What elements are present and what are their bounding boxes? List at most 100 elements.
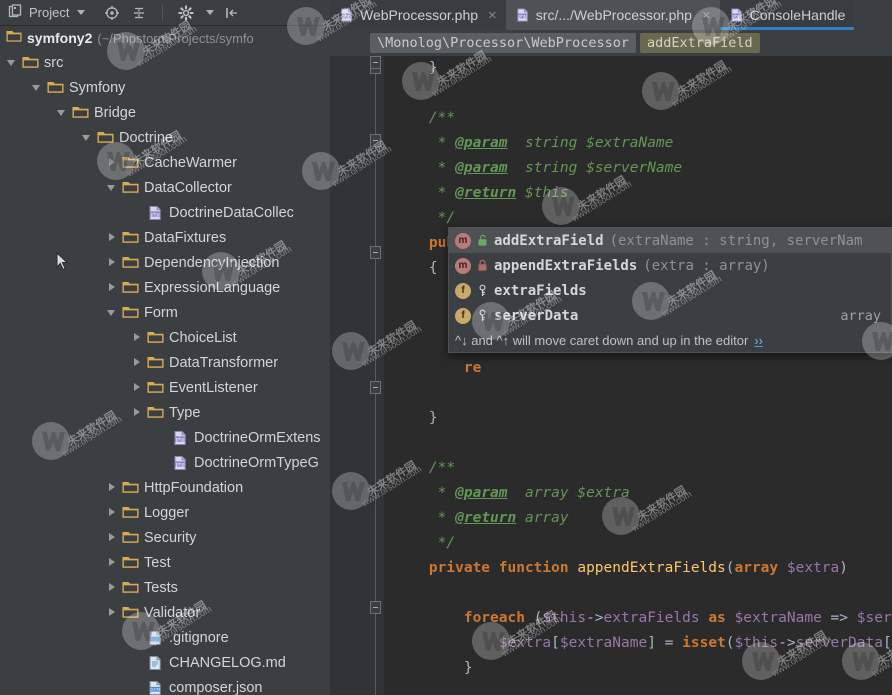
chevron-down-icon[interactable] bbox=[106, 181, 119, 194]
autocomplete-hint-link[interactable]: ›› bbox=[754, 333, 763, 348]
close-icon[interactable]: × bbox=[488, 7, 497, 24]
project-tool-window-button[interactable]: Project bbox=[0, 3, 86, 22]
autocomplete-item-0[interactable]: m addExtraField (extraName : string, serve… bbox=[449, 228, 891, 253]
tree-item-symfony[interactable]: Symfony bbox=[0, 75, 330, 100]
chevron-right-icon[interactable] bbox=[106, 531, 119, 544]
chevron-right-icon[interactable] bbox=[131, 381, 144, 394]
fold-marker[interactable] bbox=[370, 134, 381, 147]
breadcrumb-member[interactable]: addExtraField bbox=[639, 33, 760, 53]
code-line[interactable]: * @return array bbox=[384, 506, 892, 531]
fold-marker[interactable] bbox=[370, 381, 381, 394]
tree-item-doctrinedatacollec[interactable]: php DoctrineDataCollec bbox=[0, 200, 330, 225]
folder-icon bbox=[122, 480, 139, 496]
code-line[interactable]: */ bbox=[384, 531, 892, 556]
chevron-right-icon[interactable] bbox=[106, 581, 119, 594]
fold-marker[interactable] bbox=[370, 246, 381, 259]
code-line[interactable]: * @param string $extraName bbox=[384, 131, 892, 156]
code-line[interactable]: private function appendExtraFields(array… bbox=[384, 556, 892, 581]
tree-item-datatransformer[interactable]: DataTransformer bbox=[0, 350, 330, 375]
fold-marker[interactable] bbox=[370, 56, 381, 69]
tree-item-security[interactable]: Security bbox=[0, 525, 330, 550]
tree-item-src[interactable]: src bbox=[0, 50, 330, 75]
editor-tab-2[interactable]: php ConsoleHandle bbox=[719, 0, 855, 30]
chevron-right-icon[interactable] bbox=[106, 481, 119, 494]
chevron-down-icon[interactable] bbox=[56, 106, 69, 119]
tree-item-doctrineormtypeg[interactable]: php DoctrineOrmTypeG bbox=[0, 450, 330, 475]
tree-item-cachewarmer[interactable]: CacheWarmer bbox=[0, 150, 330, 175]
tree-item-eventlistener[interactable]: EventListener bbox=[0, 375, 330, 400]
chevron-right-icon[interactable] bbox=[106, 156, 119, 169]
tree-item--gitignore[interactable]: .gitignore bbox=[0, 625, 330, 650]
tree-item-logger[interactable]: Logger bbox=[0, 500, 330, 525]
tree-item-dependencyinjection[interactable]: DependencyInjection bbox=[0, 250, 330, 275]
code-line[interactable]: foreach ($this->extraFields as $extraNam… bbox=[384, 606, 892, 631]
tree-item-expressionlanguage[interactable]: ExpressionLanguage bbox=[0, 275, 330, 300]
code-line[interactable]: /** bbox=[384, 106, 892, 131]
chevron-right-icon[interactable] bbox=[106, 231, 119, 244]
chevron-down-icon[interactable] bbox=[106, 306, 119, 319]
tree-item-doctrineormextens[interactable]: php DoctrineOrmExtens bbox=[0, 425, 330, 450]
editor-tab-bar[interactable]: php WebProcessor.php × php src/.../WebProces… bbox=[330, 0, 892, 30]
editor-tab-1[interactable]: php src/.../WebProcessor.php × bbox=[505, 0, 720, 30]
tree-item-changelog-md[interactable]: CHANGELOG.md bbox=[0, 650, 330, 675]
collapse-all-icon[interactable] bbox=[130, 4, 148, 22]
tree-item-bridge[interactable]: Bridge bbox=[0, 100, 330, 125]
tree-item-label: DependencyInjection bbox=[144, 254, 280, 271]
code-line[interactable] bbox=[384, 581, 892, 606]
editor-gutter[interactable] bbox=[330, 56, 384, 695]
tree-item-doctrine[interactable]: Doctrine bbox=[0, 125, 330, 150]
settings-gear-icon[interactable] bbox=[177, 4, 195, 22]
autocomplete-item-3[interactable]: f serverData array bbox=[449, 303, 891, 328]
breadcrumb-namespace[interactable]: \Monolog\Processor\WebProcessor bbox=[370, 33, 636, 53]
autocomplete-item-2[interactable]: f extraFields bbox=[449, 278, 891, 303]
hide-panel-icon[interactable] bbox=[223, 4, 241, 22]
code-line[interactable]: * @param array $extra bbox=[384, 481, 892, 506]
code-editor-content[interactable]: } /** * @param string $extraName * @para… bbox=[384, 56, 892, 695]
tree-item-composer-json[interactable]: JSON composer.json bbox=[0, 675, 330, 695]
chevron-right-icon[interactable] bbox=[106, 606, 119, 619]
autocomplete-popup[interactable]: m addExtraField (extraName : string, serve… bbox=[448, 227, 892, 353]
chevron-down-icon[interactable] bbox=[31, 81, 44, 94]
tree-item-datacollector[interactable]: DataCollector bbox=[0, 175, 330, 200]
code-line[interactable]: } bbox=[384, 56, 892, 81]
chevron-right-icon[interactable] bbox=[131, 331, 144, 344]
code-line[interactable] bbox=[384, 381, 892, 406]
chevron-down-icon[interactable] bbox=[81, 131, 94, 144]
chevron-right-icon[interactable] bbox=[106, 256, 119, 269]
fold-marker[interactable] bbox=[370, 601, 381, 614]
code-line[interactable] bbox=[384, 681, 892, 695]
chevron-right-icon[interactable] bbox=[106, 281, 119, 294]
gear-chevron-down-icon[interactable] bbox=[206, 10, 215, 15]
code-line[interactable]: $extra[$extraName] = isset($this->server… bbox=[384, 631, 892, 656]
chevron-right-icon[interactable] bbox=[131, 356, 144, 369]
code-line[interactable]: } bbox=[384, 656, 892, 681]
project-root-row[interactable]: symfony2 (~/PhpstormProjects/symfo bbox=[0, 26, 330, 50]
tree-item-datafixtures[interactable]: DataFixtures bbox=[0, 225, 330, 250]
tree-item-choicelist[interactable]: ChoiceList bbox=[0, 325, 330, 350]
code-line[interactable] bbox=[384, 431, 892, 456]
tree-item-type[interactable]: Type bbox=[0, 400, 330, 425]
tree-item-form[interactable]: Form bbox=[0, 300, 330, 325]
editor-tab-0[interactable]: php WebProcessor.php × bbox=[330, 0, 506, 30]
tree-item-test[interactable]: Test bbox=[0, 550, 330, 575]
tree-item-httpfoundation[interactable]: HttpFoundation bbox=[0, 475, 330, 500]
tree-item-validator[interactable]: Validator bbox=[0, 600, 330, 625]
code-line[interactable]: * @param string $serverName bbox=[384, 156, 892, 181]
chevron-down-icon[interactable] bbox=[77, 10, 86, 15]
tree-item-label: Symfony bbox=[69, 79, 126, 96]
close-icon[interactable]: × bbox=[702, 7, 711, 24]
code-line[interactable]: } bbox=[384, 406, 892, 431]
autocomplete-item-1[interactable]: m appendExtraFields (extra : array) bbox=[449, 253, 891, 278]
code-line[interactable]: * @return $this bbox=[384, 181, 892, 206]
tree-item-tests[interactable]: Tests bbox=[0, 575, 330, 600]
code-line[interactable] bbox=[384, 81, 892, 106]
chevron-down-icon[interactable] bbox=[6, 56, 19, 69]
chevron-right-icon[interactable] bbox=[131, 406, 144, 419]
code-line[interactable]: re bbox=[384, 356, 892, 381]
project-file-tree[interactable]: src Symfony Bridge Doctrine CacheWarmer DataC… bbox=[0, 50, 330, 695]
code-line[interactable]: /** bbox=[384, 456, 892, 481]
chevron-right-icon[interactable] bbox=[106, 556, 119, 569]
locate-target-icon[interactable] bbox=[103, 4, 121, 22]
chevron-right-icon[interactable] bbox=[106, 506, 119, 519]
